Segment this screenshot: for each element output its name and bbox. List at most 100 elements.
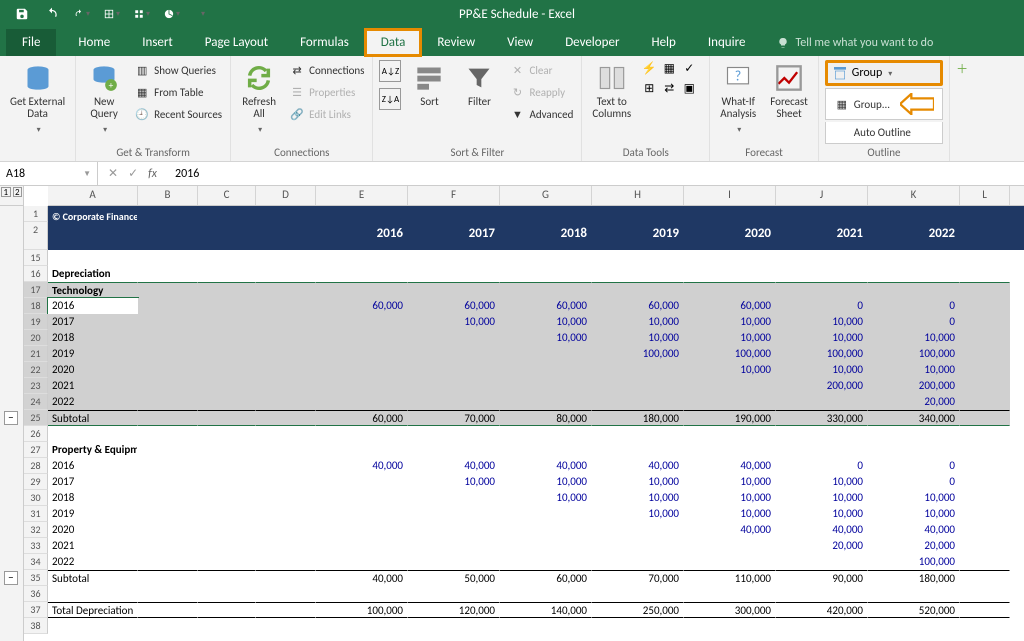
cell[interactable] [408, 490, 500, 506]
cell[interactable] [500, 266, 592, 282]
cell[interactable]: 10,000 [500, 474, 592, 490]
cell[interactable] [198, 282, 256, 298]
cell[interactable] [500, 618, 592, 634]
add-icon[interactable]: ＋ [954, 60, 970, 76]
cell[interactable] [684, 378, 776, 394]
cell[interactable] [960, 602, 1010, 618]
cell[interactable] [776, 442, 868, 458]
cell[interactable] [256, 602, 316, 618]
tab-data[interactable]: Data [365, 29, 422, 56]
cell[interactable]: 10,000 [868, 490, 960, 506]
column-header-J[interactable]: J [776, 186, 868, 205]
cell[interactable]: 80,000 [500, 410, 592, 426]
tab-page-layout[interactable]: Page Layout [189, 29, 284, 56]
cell[interactable] [316, 378, 408, 394]
cell[interactable] [198, 222, 256, 250]
cell[interactable] [48, 250, 138, 266]
cell[interactable] [960, 206, 1010, 222]
cell[interactable] [960, 538, 1010, 554]
cell[interactable] [138, 602, 198, 618]
cell[interactable]: 0 [868, 298, 960, 314]
cell[interactable] [592, 250, 684, 266]
data-validation-icon[interactable]: ✓ [681, 60, 697, 76]
relationships-icon[interactable]: ⇄ [661, 80, 677, 96]
cell[interactable] [408, 522, 500, 538]
cell[interactable] [256, 206, 316, 222]
cell[interactable]: 2022 [48, 554, 138, 570]
tab-developer[interactable]: Developer [549, 29, 635, 56]
cell[interactable]: 2018 [48, 330, 138, 346]
tab-inquire[interactable]: Inquire [692, 29, 762, 56]
cell[interactable] [198, 394, 256, 410]
column-header-E[interactable]: E [316, 186, 408, 205]
cell[interactable] [776, 586, 868, 602]
cell[interactable] [960, 410, 1010, 426]
cell[interactable]: 10,000 [684, 506, 776, 522]
tell-me-search[interactable]: Tell me what you want to do [761, 30, 949, 56]
cell[interactable] [408, 250, 500, 266]
cell[interactable] [592, 394, 684, 410]
from-table-button[interactable]: ▦From Table [132, 82, 224, 102]
cell[interactable] [138, 362, 198, 378]
cell[interactable] [960, 346, 1010, 362]
tab-insert[interactable]: Insert [126, 29, 189, 56]
column-header-C[interactable]: C [198, 186, 256, 205]
cell[interactable]: 120,000 [408, 602, 500, 618]
row-header[interactable]: 28 [24, 458, 48, 474]
cell[interactable]: 10,000 [868, 506, 960, 522]
cell[interactable] [960, 426, 1010, 442]
filter-button[interactable]: Filter [457, 60, 501, 110]
cell[interactable]: 2021 [48, 538, 138, 554]
cell[interactable] [316, 618, 408, 634]
cell[interactable]: 200,000 [776, 378, 868, 394]
cell[interactable] [138, 442, 198, 458]
cell[interactable]: 40,000 [592, 458, 684, 474]
cell[interactable] [776, 618, 868, 634]
cell[interactable] [256, 330, 316, 346]
row-header[interactable]: 38 [24, 618, 48, 634]
sort-desc-icon[interactable]: Z↓A [379, 88, 401, 110]
cell[interactable] [198, 490, 256, 506]
formula-input[interactable]: 2016 [167, 167, 1024, 181]
column-header-F[interactable]: F [408, 186, 500, 205]
cell[interactable] [198, 618, 256, 634]
cell[interactable] [776, 426, 868, 442]
cell[interactable]: 2022 [48, 394, 138, 410]
row-header[interactable]: 20 [24, 330, 48, 346]
cell[interactable] [198, 506, 256, 522]
cell[interactable] [138, 474, 198, 490]
cell[interactable] [198, 426, 256, 442]
cell[interactable] [960, 250, 1010, 266]
cell[interactable] [138, 206, 198, 222]
tab-help[interactable]: Help [635, 29, 691, 56]
cell[interactable] [408, 442, 500, 458]
cell[interactable] [960, 522, 1010, 538]
cell[interactable]: 10,000 [500, 490, 592, 506]
cell[interactable] [776, 394, 868, 410]
row-header[interactable]: 26 [24, 426, 48, 442]
cell[interactable] [316, 538, 408, 554]
column-header-A[interactable]: A [48, 186, 138, 205]
cell[interactable] [198, 250, 256, 266]
cell[interactable] [198, 298, 256, 314]
cell[interactable]: 10,000 [684, 314, 776, 330]
row-header[interactable]: 2 [24, 222, 48, 250]
cell[interactable]: 20,000 [868, 394, 960, 410]
spreadsheet[interactable]: ABCDEFGHIJKL 1© Corporate Finance Instit… [24, 186, 1024, 641]
row-header[interactable]: 18 [24, 298, 48, 314]
row-header[interactable]: 35 [24, 570, 48, 586]
cell[interactable] [316, 282, 408, 298]
cell[interactable]: 0 [776, 298, 868, 314]
cell[interactable] [592, 206, 684, 222]
cell[interactable]: 2021 [776, 222, 868, 250]
cell[interactable] [408, 554, 500, 570]
save-icon[interactable] [14, 6, 30, 22]
cell[interactable]: 0 [868, 314, 960, 330]
outline-level-1[interactable]: 1 [1, 187, 11, 197]
cell[interactable] [138, 378, 198, 394]
cell[interactable] [256, 522, 316, 538]
row-header[interactable]: 32 [24, 522, 48, 538]
cell[interactable] [138, 250, 198, 266]
row-header[interactable]: 29 [24, 474, 48, 490]
cell[interactable] [776, 250, 868, 266]
